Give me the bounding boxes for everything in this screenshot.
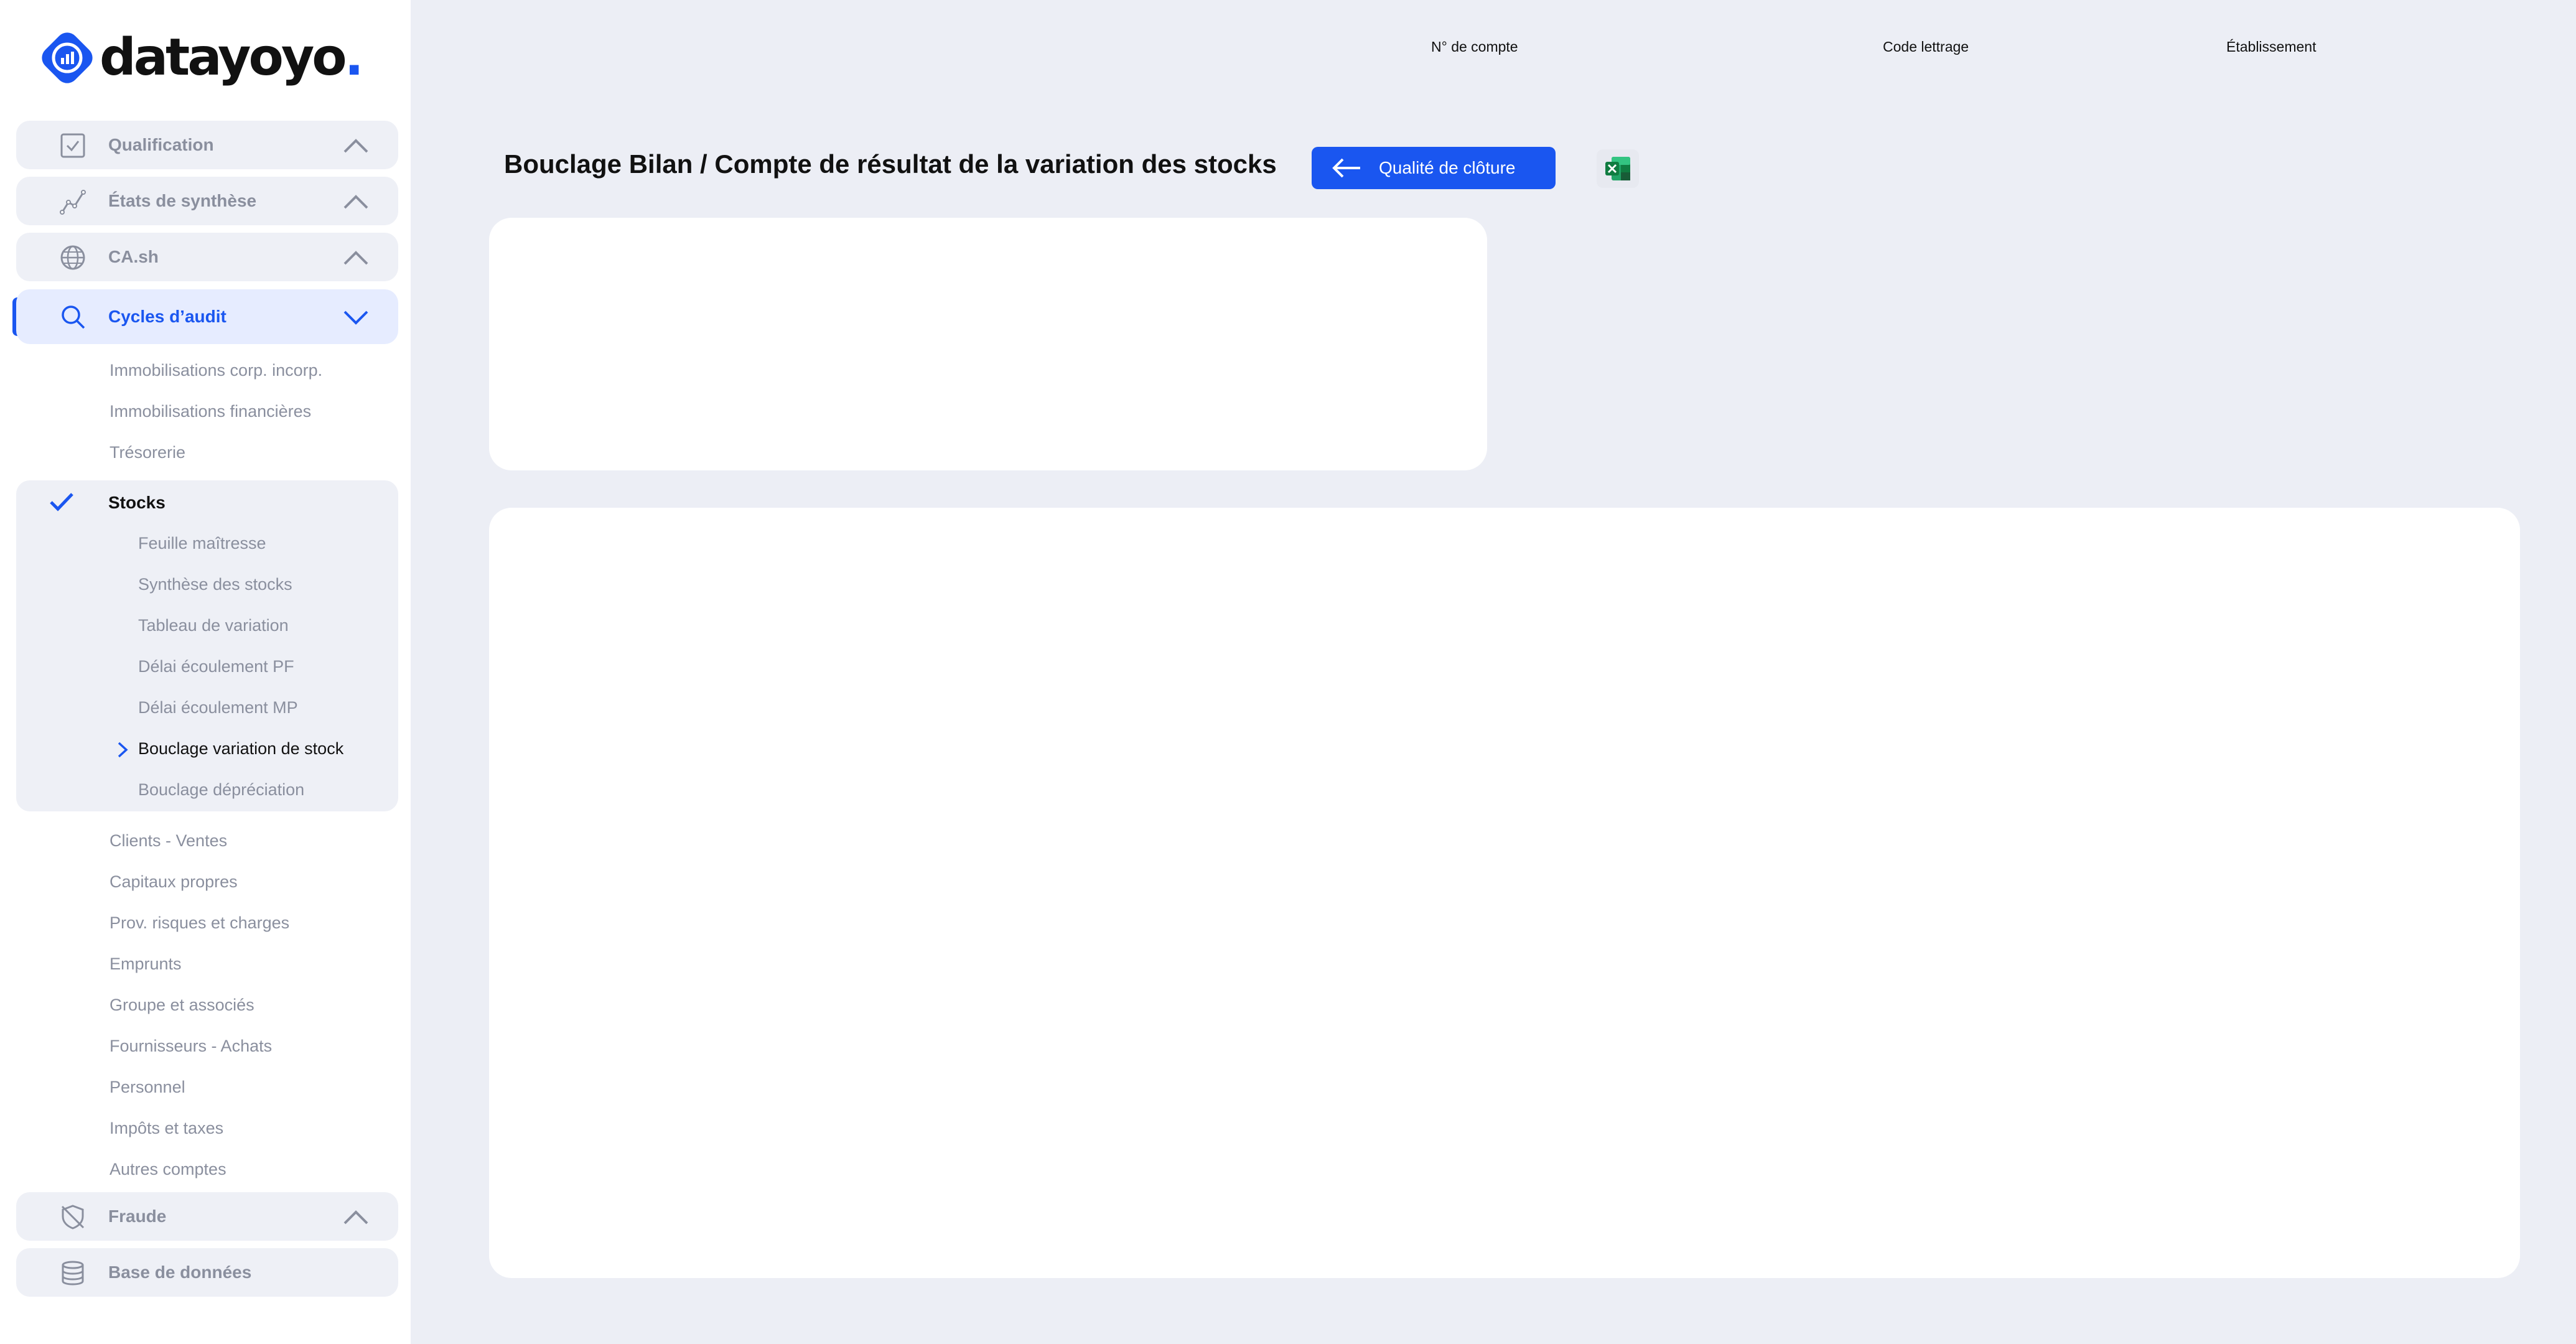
sidebar-item-tresorerie[interactable]: Trésorerie: [110, 443, 185, 462]
check-icon: [50, 493, 73, 511]
sidebar-subitem-synthese-stocks[interactable]: Synthèse des stocks: [138, 575, 292, 594]
sidebar: datayoyo. Qualification États de synthès…: [0, 0, 411, 1344]
stocks-panel: [16, 480, 398, 811]
sidebar-item-immobilisations-financieres[interactable]: Immobilisations financières: [110, 402, 311, 421]
sidebar-item-groupe-associes[interactable]: Groupe et associés: [110, 996, 254, 1015]
nav-group-fraude[interactable]: Fraude: [16, 1192, 398, 1241]
nav-group-label: Base de données: [108, 1262, 252, 1282]
sidebar-item-stocks[interactable]: Stocks: [108, 493, 166, 513]
header-field-code-lettrage[interactable]: Code lettrage: [1883, 39, 1969, 55]
summary-card: [489, 218, 1487, 470]
logo[interactable]: datayoyo.: [37, 28, 364, 88]
nav-group-etats-de-synthese[interactable]: États de synthèse: [16, 177, 398, 225]
export-excel-button[interactable]: [1597, 149, 1639, 188]
globe-icon: [60, 245, 85, 270]
arrow-left-icon: [1332, 158, 1360, 178]
logo-mark-icon: [42, 32, 93, 83]
nav-group-label: États de synthèse: [108, 191, 257, 210]
sidebar-item-clients-ventes[interactable]: Clients - Ventes: [110, 831, 227, 851]
nav-group-cycles-audit[interactable]: Cycles d’audit: [16, 289, 398, 344]
sidebar-subitem-bouclage-depreciation[interactable]: Bouclage dépréciation: [138, 780, 304, 800]
sidebar-subitem-feuille-maitresse[interactable]: Feuille maîtresse: [138, 534, 266, 553]
page-title: Bouclage Bilan / Compte de résultat de l…: [504, 149, 1277, 179]
search-icon: [62, 306, 85, 329]
chevron-down-icon[interactable]: [342, 308, 370, 327]
nav-group-base-de-donnees[interactable]: Base de données: [16, 1248, 398, 1297]
nav-group-label: Cycles d’audit: [108, 307, 226, 326]
main-content-card: [489, 508, 2520, 1278]
sidebar-item-prov-risques[interactable]: Prov. risques et charges: [110, 913, 289, 933]
sidebar-item-autres-comptes[interactable]: Autres comptes: [110, 1160, 226, 1179]
nav-group-label: Qualification: [108, 135, 214, 154]
logo-text: datayoyo.: [100, 28, 364, 87]
back-button-label: Qualité de clôture: [1379, 158, 1516, 177]
sidebar-subitem-delai-mp[interactable]: Délai écoulement MP: [138, 698, 298, 717]
nav-group-ca-sh[interactable]: CA.sh: [16, 233, 398, 281]
nav-group-label: CA.sh: [108, 247, 159, 266]
sidebar-item-impots-taxes[interactable]: Impôts et taxes: [110, 1119, 223, 1138]
sidebar-item-personnel[interactable]: Personnel: [110, 1078, 185, 1097]
excel-icon: [1605, 157, 1630, 180]
checkbox-icon: [60, 133, 85, 158]
chevron-up-icon[interactable]: [342, 192, 370, 210]
nav-group-qualification[interactable]: Qualification: [16, 121, 398, 169]
sidebar-item-fournisseurs-achats[interactable]: Fournisseurs - Achats: [110, 1037, 272, 1056]
sidebar-item-capitaux-propres[interactable]: Capitaux propres: [110, 872, 238, 892]
database-icon: [62, 1261, 84, 1286]
chevron-up-icon[interactable]: [342, 1207, 370, 1226]
chevron-right-icon: [118, 742, 128, 758]
back-to-qualite-cloture-button[interactable]: Qualité de clôture: [1312, 147, 1556, 189]
sidebar-subitem-tableau-variation[interactable]: Tableau de variation: [138, 616, 289, 635]
sidebar-subitem-delai-pf[interactable]: Délai écoulement PF: [138, 657, 294, 676]
header-field-etablissement[interactable]: Établissement: [2226, 39, 2316, 55]
sidebar-subitem-bouclage-variation[interactable]: Bouclage variation de stock: [138, 739, 343, 758]
shield-off-icon: [61, 1205, 85, 1230]
sidebar-item-immobilisations-corp[interactable]: Immobilisations corp. incorp.: [110, 361, 322, 380]
nav-group-label: Fraude: [108, 1206, 167, 1226]
chevron-up-icon[interactable]: [342, 248, 370, 266]
header-field-numero-compte[interactable]: N° de compte: [1431, 39, 1518, 55]
sidebar-item-emprunts[interactable]: Emprunts: [110, 954, 182, 974]
chevron-up-icon[interactable]: [342, 136, 370, 154]
chart-line-icon: [60, 190, 86, 215]
